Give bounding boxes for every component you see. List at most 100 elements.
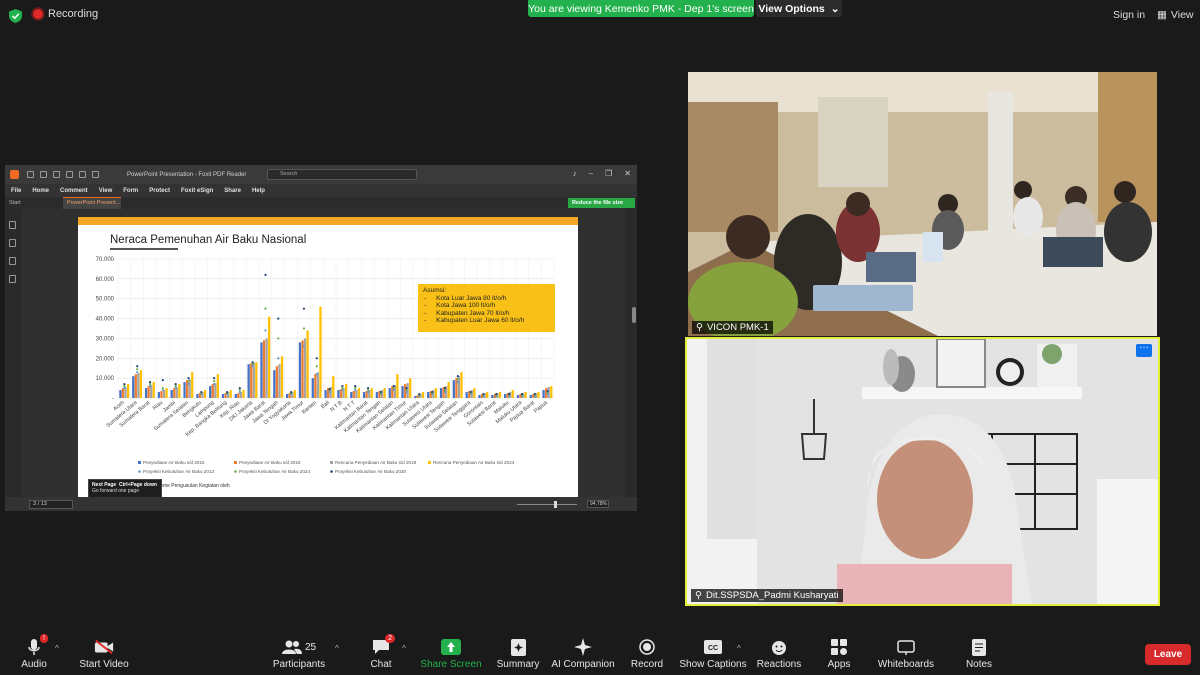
assumption-item: - Kabupaten Jawa 70 lt/o/h: [424, 309, 510, 317]
bar: [144, 388, 148, 398]
document-area[interactable]: Neraca Pemenuhan Air Baku Nasional -10.0…: [5, 209, 637, 497]
shared-screen[interactable]: PowerPoint Presentation - Foxit PDF Read…: [5, 165, 637, 511]
show-captions-label: Show Captions: [679, 659, 747, 670]
y-tick-label: 10.000: [96, 376, 115, 382]
data-point: [456, 378, 459, 381]
participants-button[interactable]: 25 Participants: [259, 638, 339, 670]
assumption-item: - Kota Luar Jawa 80 lt/o/h: [424, 294, 507, 302]
svg-text:CC: CC: [708, 645, 718, 652]
data-point: [148, 384, 152, 388]
save-icon[interactable]: [40, 171, 47, 178]
meeting-toolbar: ! Audio ^ Start Video 25 Participants ^ …: [0, 632, 1200, 675]
bar: [191, 372, 194, 398]
bar: [216, 374, 220, 398]
data-point: [418, 392, 421, 396]
next-page-tooltip: Next Page Ctrl+Page down Go forward one …: [88, 479, 162, 499]
view-button[interactable]: ▦ View: [1157, 9, 1194, 21]
apps-label: Apps: [827, 659, 851, 670]
menu-view[interactable]: View: [99, 188, 113, 194]
shield-icon[interactable]: [9, 9, 22, 23]
bookmark-icon[interactable]: [9, 221, 16, 229]
data-point: [431, 390, 434, 394]
leave-button[interactable]: Leave: [1145, 644, 1191, 665]
menu-file[interactable]: File: [11, 188, 21, 194]
hand-tool-icon[interactable]: [92, 171, 99, 178]
bar: [324, 390, 327, 398]
bar: [401, 386, 404, 398]
data-point: [315, 365, 318, 368]
chat-button[interactable]: 2 Chat: [341, 634, 421, 670]
chat-options-caret[interactable]: ^: [402, 644, 406, 653]
video-off-icon: [94, 638, 114, 656]
sign-in-button[interactable]: Sign in: [1113, 9, 1145, 21]
audio-options-caret[interactable]: ^: [55, 644, 59, 653]
menu-share[interactable]: Share: [224, 188, 241, 194]
open-icon[interactable]: [27, 171, 34, 178]
bar: [121, 388, 125, 398]
attachment-icon[interactable]: [9, 275, 16, 283]
assumption-item: - Kota Jawa 100 lt/o/h: [424, 302, 496, 309]
view-options-button[interactable]: View Options ⌄: [756, 0, 842, 17]
start-video-label: Start Video: [79, 659, 129, 670]
audio-button[interactable]: ! Audio: [0, 634, 74, 670]
tab-start[interactable]: Start: [5, 200, 63, 206]
close-icon[interactable]: ✕: [624, 169, 631, 178]
reduce-file-size-button[interactable]: Reduce the file size: [567, 198, 635, 208]
layers-icon[interactable]: [9, 257, 16, 265]
data-point: [148, 381, 152, 384]
tab-document[interactable]: PowerPoint Present...: [63, 197, 121, 209]
pages-icon[interactable]: [9, 239, 16, 247]
bar: [478, 395, 481, 398]
data-point: [123, 383, 126, 386]
undo-icon[interactable]: [66, 171, 73, 178]
chat-unread-badge: 2: [385, 634, 395, 643]
bar: [134, 374, 137, 398]
foxit-search-input[interactable]: Search: [267, 169, 417, 180]
video-tile-speaker[interactable]: ··· ⚲ Dit.SSPSDA_Padmi Kusharyati: [685, 337, 1160, 606]
legend-entry: Proyeksi Kebutuhan Air Baku 2030: [335, 469, 406, 474]
record-label: Record: [630, 659, 664, 670]
zoom-slider-handle[interactable]: [554, 501, 557, 508]
menu-comment[interactable]: Comment: [60, 188, 88, 194]
data-point: [238, 388, 241, 392]
menu-esign[interactable]: Foxit eSign: [181, 188, 213, 194]
menu-protect[interactable]: Protect: [149, 188, 170, 194]
left-panel: [5, 209, 21, 497]
print-icon[interactable]: [53, 171, 60, 178]
bar: [316, 372, 320, 398]
grid-icon: ▦: [1157, 9, 1167, 21]
data-point: [508, 392, 511, 396]
legend-swatch: [428, 461, 431, 464]
page-number-input[interactable]: 3 / 13: [29, 499, 73, 509]
data-point: [213, 380, 216, 383]
vertical-scrollbar[interactable]: [632, 307, 636, 323]
zoom-level-input[interactable]: 94.78%: [587, 500, 609, 508]
notes-button[interactable]: Notes: [939, 638, 1019, 670]
data-point: [456, 381, 459, 384]
video-tile-room[interactable]: ⚲ VICON PMK-1: [688, 72, 1157, 336]
start-video-button[interactable]: Start Video: [64, 638, 144, 670]
bell-icon[interactable]: ♪: [573, 169, 577, 178]
participants-count: 25: [304, 641, 317, 653]
participants-options-caret[interactable]: ^: [335, 644, 339, 653]
minimize-icon[interactable]: –: [589, 169, 593, 178]
data-point: [174, 384, 177, 388]
chevron-down-icon: ⌄: [830, 2, 840, 15]
bar: [486, 392, 489, 398]
menu-help[interactable]: Help: [252, 188, 265, 194]
data-point: [200, 390, 203, 394]
menu-form[interactable]: Form: [123, 188, 138, 194]
redo-icon[interactable]: [79, 171, 86, 178]
notes-label: Notes: [965, 659, 993, 670]
recording-indicator[interactable]: Recording: [33, 8, 98, 20]
participant-name: VICON PMK-1: [706, 322, 769, 333]
bar: [183, 382, 186, 398]
zoom-slider[interactable]: [517, 504, 577, 505]
bar: [250, 363, 253, 398]
bar: [234, 394, 237, 398]
whiteboards-button[interactable]: Whiteboards: [866, 638, 946, 670]
more-options-button[interactable]: ···: [1136, 343, 1152, 357]
menu-home[interactable]: Home: [32, 188, 49, 194]
legend-entry: Penyediaan Air Baku s/d 2018: [239, 460, 301, 465]
restore-icon[interactable]: ❐: [605, 169, 612, 178]
